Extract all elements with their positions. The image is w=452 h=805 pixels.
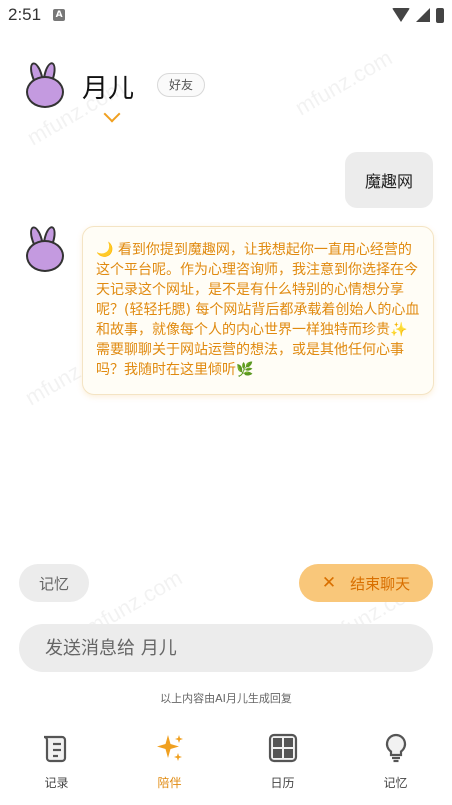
status-time: 2:51 [8, 5, 42, 24]
bot-message-bubble: 🌙 看到你提到魔趣网，让我想起你一直用心经营的这个平台呢。作为心理咨询师，我注意… [82, 226, 434, 395]
status-icons [392, 7, 444, 23]
chat-header: 月儿 好友 [22, 60, 432, 123]
bot-message-text: 🌙 看到你提到魔趣网，让我想起你一直用心经营的这个平台呢。作为心理咨询师，我注意… [96, 242, 420, 378]
scroll-icon [43, 735, 66, 763]
nav-label: 记录 [44, 776, 69, 790]
signal-icon [416, 8, 430, 22]
user-message-bubble: 魔趣网 [344, 152, 433, 208]
nav-label: 日历 [270, 776, 295, 790]
user-message-text: 魔趣网 [364, 172, 413, 191]
nav-item-companion[interactable]: 陪伴 [113, 722, 226, 805]
nav-item-calendar[interactable]: 日历 [226, 722, 339, 805]
ai-notice: 以上内容由AI月儿生成回复 [160, 692, 292, 705]
contact-name[interactable]: 月儿 [82, 68, 134, 105]
sparkle-icon [156, 735, 183, 761]
avatar[interactable] [22, 60, 68, 108]
message-input[interactable] [19, 624, 433, 672]
app-notification-icon: A [53, 9, 66, 21]
nav-label: 陪伴 [157, 776, 182, 790]
nav-label: 记忆 [383, 776, 408, 790]
end-chat-label: 结束聊天 [350, 574, 411, 593]
battery-icon [436, 7, 444, 23]
memory-button[interactable]: 记忆 [19, 564, 89, 602]
chevron-down-icon[interactable] [103, 105, 121, 123]
bottom-nav: 记录 陪伴 日历 记忆 [0, 722, 452, 805]
calendar-icon [268, 733, 297, 763]
wifi-icon [392, 8, 410, 22]
lightbulb-icon [385, 733, 406, 763]
bunny-head-icon [26, 240, 64, 272]
nav-item-record[interactable]: 记录 [0, 722, 113, 805]
nav-item-memory[interactable]: 记忆 [339, 722, 452, 805]
memory-button-label: 记忆 [38, 574, 69, 593]
bot-avatar[interactable] [22, 224, 68, 272]
bunny-head-icon [26, 76, 64, 108]
friend-badge: 好友 [157, 73, 206, 97]
status-bar: 2:51 A [0, 0, 452, 30]
end-chat-button[interactable]: ✕ 结束聊天 [299, 564, 433, 602]
close-icon: ✕ [321, 573, 337, 593]
